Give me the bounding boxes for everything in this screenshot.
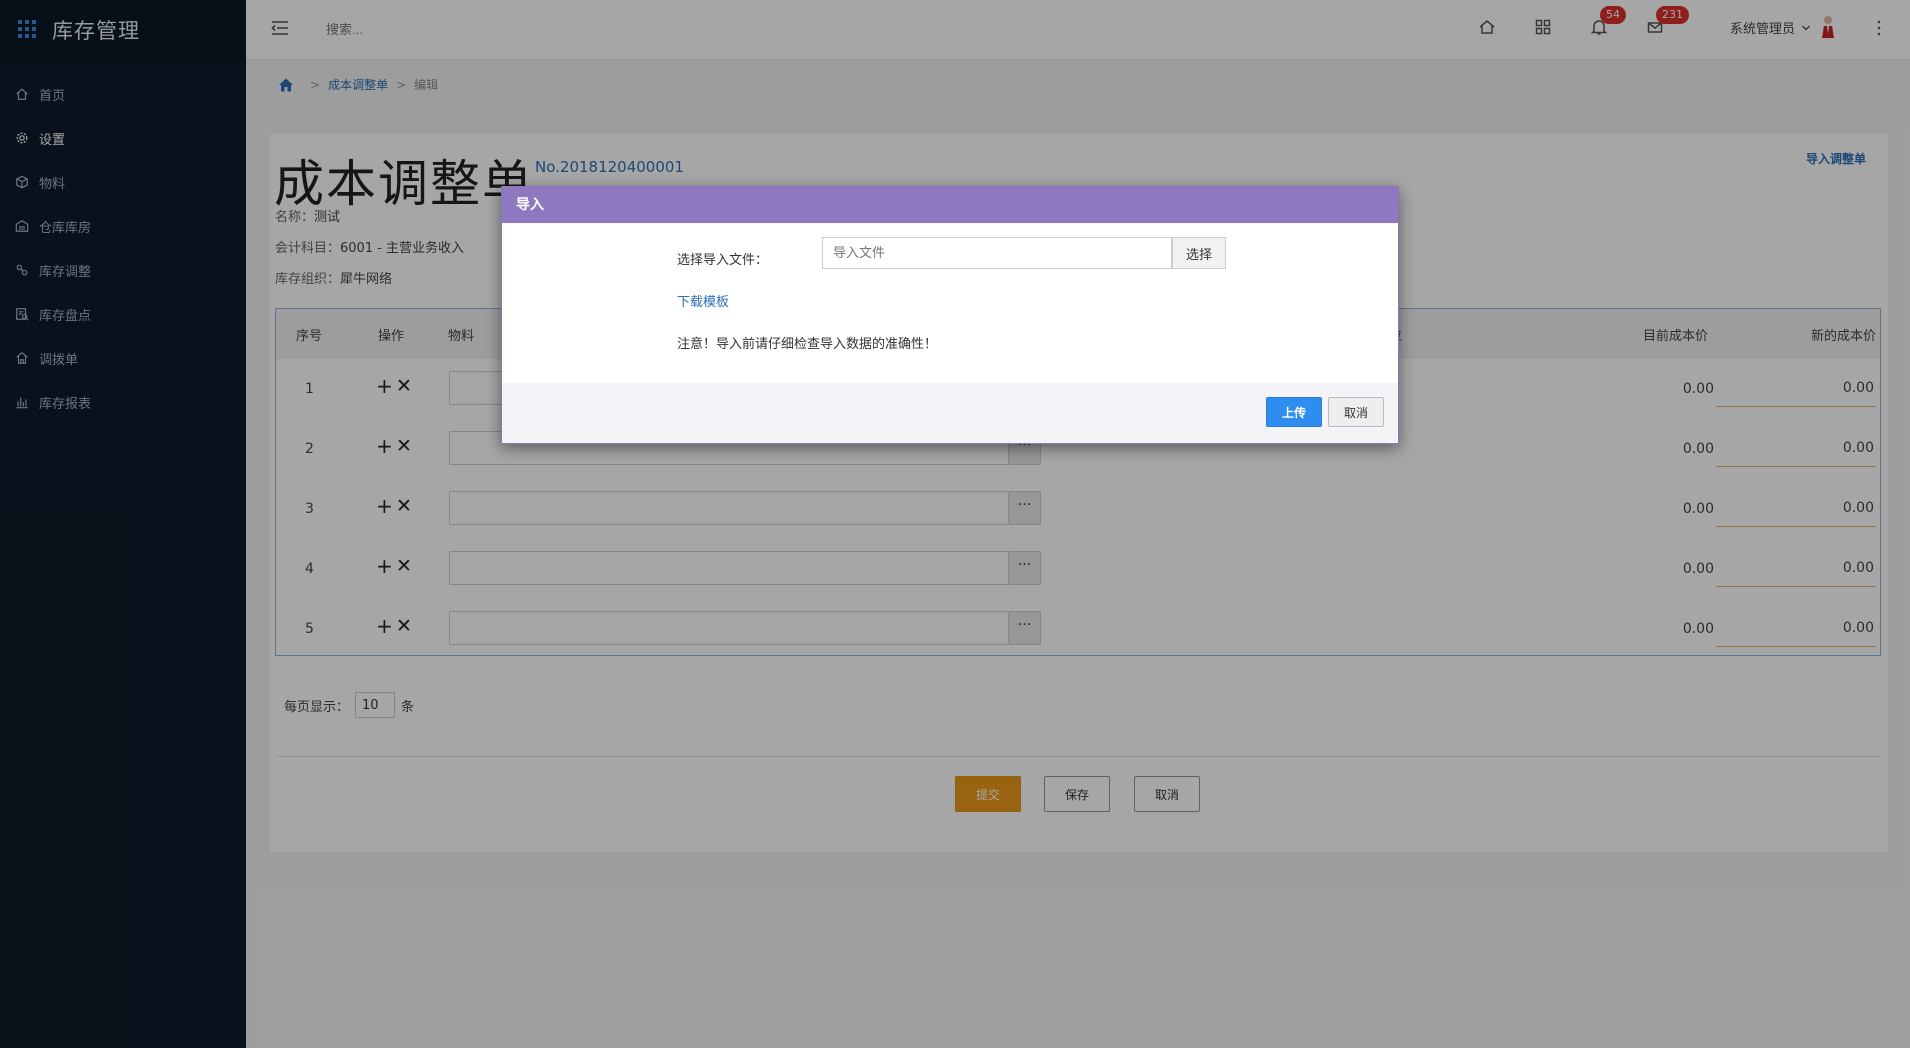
file-label: 选择导入文件： (677, 253, 769, 268)
dialog-title: 导入 (502, 187, 1398, 223)
download-template-link[interactable]: 下载模板 (677, 291, 729, 310)
upload-button[interactable]: 上传 (1266, 397, 1322, 427)
dialog-body: 选择导入文件： 选择 下载模板 注意！导入前请仔细检查导入数据的准确性！ (502, 223, 1398, 383)
import-dialog: 导入 选择导入文件： 选择 下载模板 注意！导入前请仔细检查导入数据的准确性！ … (501, 186, 1399, 444)
import-file-input[interactable] (822, 237, 1172, 269)
modal-backdrop[interactable] (0, 0, 1910, 1048)
choose-file-button[interactable]: 选择 (1172, 237, 1226, 269)
dialog-cancel-button[interactable]: 取消 (1328, 397, 1384, 427)
dialog-footer: 上传 取消 (502, 383, 1398, 443)
import-note: 注意！导入前请仔细检查导入数据的准确性！ (677, 337, 938, 352)
